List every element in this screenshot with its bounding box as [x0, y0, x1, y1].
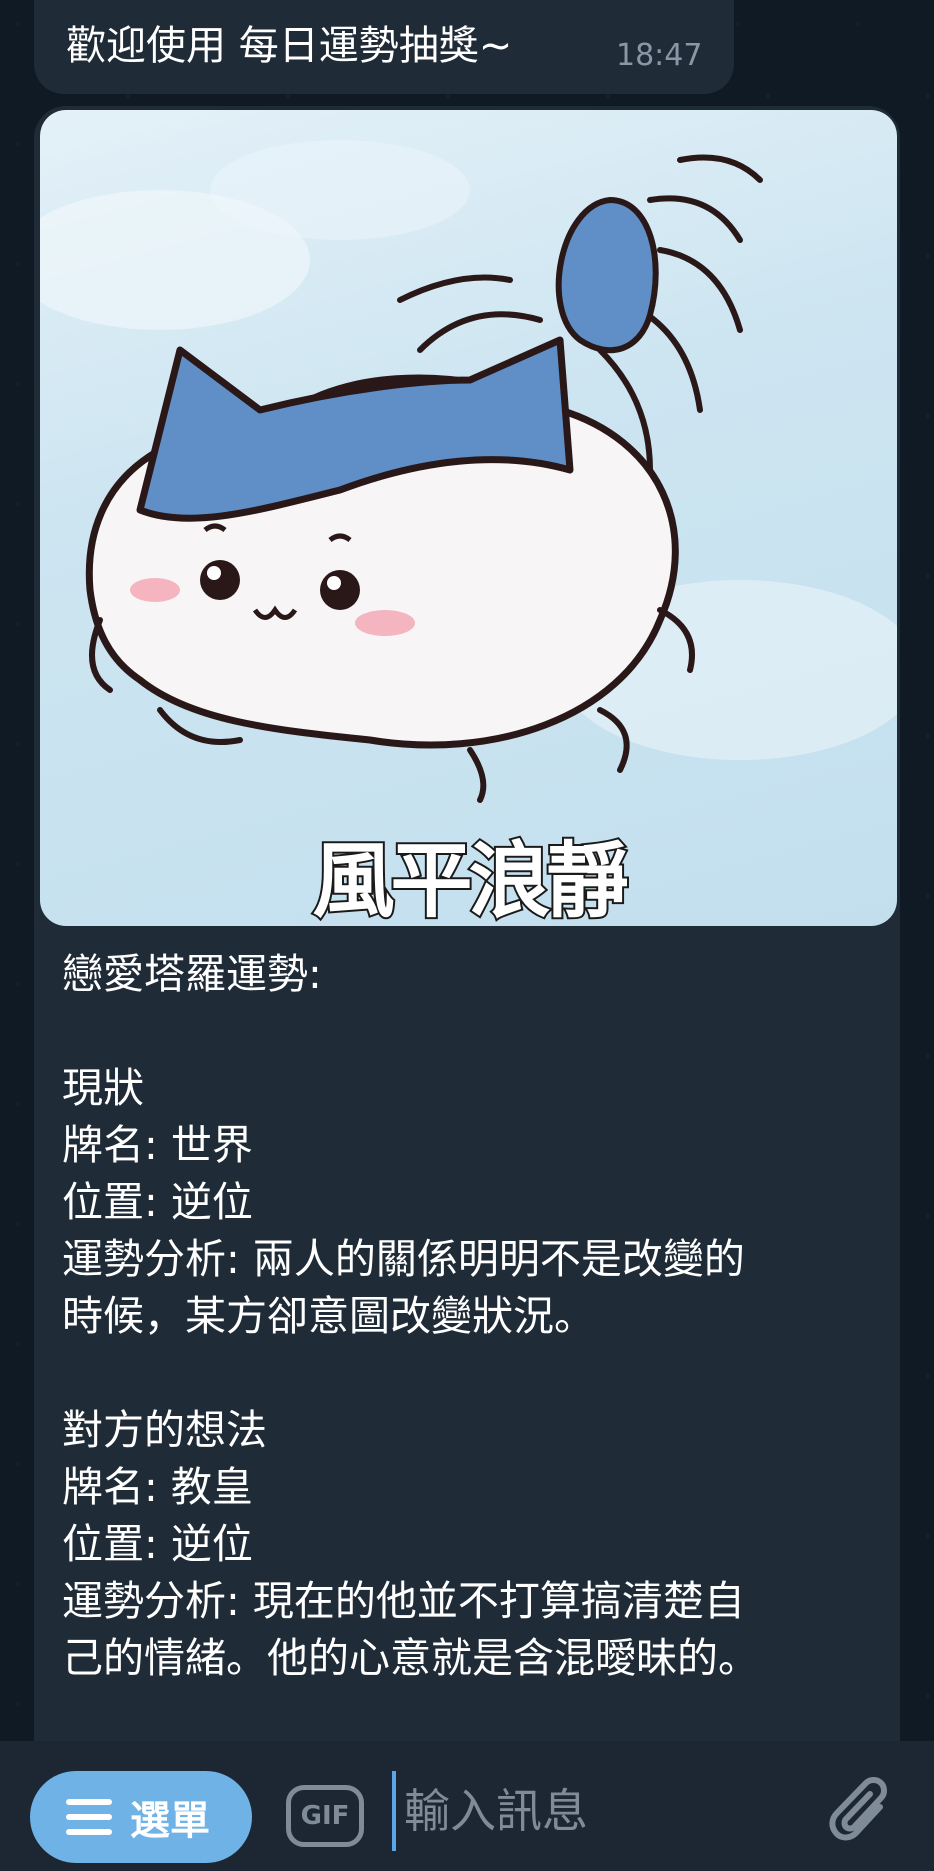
image-caption: 風平浪靜	[310, 832, 630, 926]
hamburger-icon	[66, 1797, 112, 1837]
fortune-line: 己的情緒。他的心意就是含混曖昧的。	[62, 1634, 759, 1682]
message-input-bar: 選單 GIF	[0, 1741, 934, 1871]
fortune-message[interactable]: 風平浪靜 戀愛塔羅運勢: 現狀 牌名: 世界 位置: 逆位 運勢分析: 兩人的關…	[34, 106, 900, 1741]
fortune-line: 運勢分析: 現在的他並不打算搞清楚自	[62, 1577, 745, 1625]
greeting-text: 歡迎使用 每日運勢抽獎~	[66, 23, 513, 69]
menu-button[interactable]: 選單	[30, 1771, 252, 1863]
fortune-line: 位置: 逆位	[62, 1520, 253, 1568]
cat-illustration	[40, 140, 897, 803]
fortune-line: 對方的想法	[62, 1406, 267, 1454]
fortune-line	[62, 1003, 882, 1060]
message-input[interactable]	[392, 1771, 824, 1851]
fortune-line	[62, 1345, 882, 1402]
fortune-line: 位置: 逆位	[62, 1178, 253, 1226]
fortune-line: 運勢分析: 兩人的關係明明不是改變的	[62, 1235, 745, 1283]
chat-area[interactable]: 歡迎使用 每日運勢抽獎~ 18:47 風平浪靜 戀愛塔羅運勢: 現狀 牌名: 世…	[0, 0, 934, 1741]
fortune-image[interactable]: 風平浪靜	[40, 110, 897, 926]
menu-label: 選單	[130, 1798, 210, 1844]
fortune-line: 戀愛塔羅運勢:	[62, 950, 322, 998]
greeting-message[interactable]: 歡迎使用 每日運勢抽獎~ 18:47	[34, 0, 734, 94]
paperclip-icon[interactable]	[828, 1777, 898, 1853]
fortune-line: 牌名: 教皇	[62, 1463, 253, 1511]
fortune-line: 現狀	[62, 1064, 144, 1112]
message-time: 18:47	[616, 38, 703, 73]
fortune-text: 戀愛塔羅運勢: 現狀 牌名: 世界 位置: 逆位 運勢分析: 兩人的關係明明不是…	[62, 946, 882, 1687]
gif-icon[interactable]: GIF	[286, 1785, 364, 1847]
fortune-line: 時候，某方卻意圖改變狀況。	[62, 1292, 595, 1340]
fortune-line: 牌名: 世界	[62, 1121, 253, 1169]
